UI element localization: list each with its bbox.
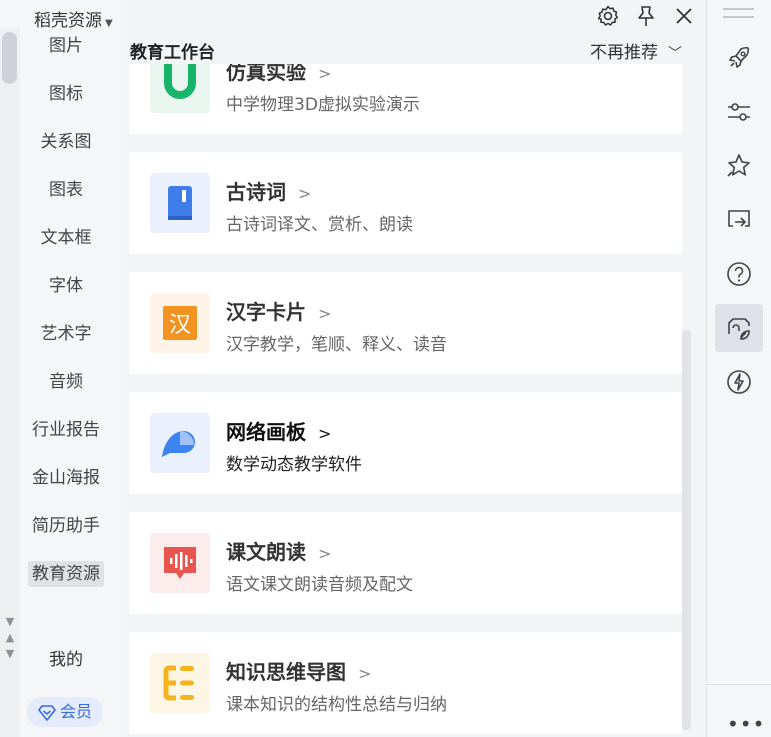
scroll-up-icon[interactable]: ▲ — [0, 630, 20, 646]
chevron-right-icon: > — [318, 304, 332, 323]
card-list: 仿真实验 > 中学物理3D虚拟实验演示 古诗词 > 古诗词译文、赏析、朗读 汉 汉字… — [129, 32, 682, 737]
sidebar-item[interactable]: 艺术字 — [22, 310, 110, 358]
lightning-icon[interactable] — [715, 358, 763, 406]
draw-board-icon — [150, 413, 210, 473]
left-sidebar: 稻壳资源 ▼ ▼ ▲ ▼ 图片 图标 关系图 图表 文本框 字体 艺术字 音频 行业报告 金山海报简… — [0, 0, 122, 737]
sidebar-item-label: 金山海报 — [32, 468, 100, 488]
sidebar-item[interactable]: 金山海报 — [22, 454, 110, 502]
vip-label: 会员 — [59, 702, 92, 721]
sidebar-item[interactable]: 图表 — [22, 166, 110, 214]
sidebar-list: 图片图标关系图图表文本框字体艺术字音频行业报告金山海报简历助手教育资源 — [22, 22, 110, 598]
help-icon[interactable] — [715, 250, 763, 298]
sidebar-item[interactable]: 图标 — [22, 70, 110, 118]
card-desc: 课本知识的结构性总结与归纳 — [226, 695, 447, 715]
sidebar-item-label: 教育资源 — [28, 561, 104, 587]
star-icon[interactable] — [715, 142, 763, 190]
card-title: 知识思维导图 > — [226, 656, 371, 685]
card-mindmap[interactable]: 知识思维导图 > 课本知识的结构性总结与归纳 — [129, 632, 682, 734]
card-text-reading[interactable]: 课文朗读 > 语文课文朗读音频及配文 — [129, 512, 682, 614]
sidebar-item[interactable]: 图片 — [22, 22, 110, 70]
chevron-right-icon: > — [318, 544, 332, 563]
chevron-right-icon: > — [318, 424, 332, 443]
card-desc: 中学物理3D虚拟实验演示 — [226, 95, 420, 115]
rocket-icon[interactable] — [715, 34, 763, 82]
chevron-right-icon: > — [318, 64, 332, 83]
card-network-board[interactable]: 网络画板 > 数学动态教学软件 — [129, 392, 682, 494]
card-title-text: 古诗词 — [226, 180, 286, 204]
sidebar-item[interactable]: 字体 — [22, 262, 110, 310]
sidebar-item[interactable]: 音频 — [22, 358, 110, 406]
vip-button[interactable]: 会员 — [27, 697, 103, 727]
sidebar-item-label: 艺术字 — [40, 324, 92, 344]
main-panel: 教育工作台 不再推荐 ﹀ 仿真实验 > 中学物理3D虚拟实验演示 古诗词 > 古诗词译… — [122, 0, 706, 737]
hanzi-glyph: 汉 — [169, 313, 191, 338]
sidebar-item[interactable]: 简历助手 — [22, 502, 110, 550]
card-title: 网络画板 > — [226, 416, 331, 445]
card-title: 课文朗读 > — [226, 536, 331, 565]
card-desc: 数学动态教学软件 — [226, 455, 362, 475]
card-title-text: 汉字卡片 — [226, 300, 306, 324]
more-options-icon[interactable]: ••• — [727, 712, 765, 736]
audio-read-icon — [150, 533, 210, 593]
sidebar-item[interactable]: 文本框 — [22, 214, 110, 262]
eco-hand-icon[interactable] — [715, 304, 763, 352]
hanzi-card-icon: 汉 — [150, 293, 210, 353]
drag-handle-icon[interactable] — [723, 8, 754, 18]
diamond-icon — [38, 705, 56, 721]
sidebar-scroll-arrows[interactable]: ▼ ▲ ▼ — [0, 614, 20, 662]
sidebar-item[interactable]: 教育资源 — [22, 550, 110, 598]
card-desc: 古诗词译文、赏析、朗读 — [226, 215, 413, 235]
card-title-text: 知识思维导图 — [226, 660, 346, 684]
screen-cast-icon[interactable] — [715, 196, 763, 244]
sidebar-item-label: 图片 — [49, 36, 83, 56]
sidebar-item-label: 文本框 — [40, 228, 92, 248]
no-recommend-dropdown[interactable]: 不再推荐 ﹀ — [590, 38, 682, 63]
sidebar-item-mine[interactable]: 我的 — [22, 645, 110, 670]
card-hanzi-cards[interactable]: 汉 汉字卡片 > 汉字教学，笔顺、释义、读音 — [129, 272, 682, 374]
sidebar-item[interactable]: 关系图 — [22, 118, 110, 166]
sidebar-item-label: 音频 — [49, 372, 83, 392]
right-toolbar: ••• — [706, 0, 771, 737]
card-desc: 汉字教学，笔顺、释义、读音 — [226, 335, 447, 355]
card-title-text: 课文朗读 — [226, 540, 306, 564]
settings-gear-icon[interactable] — [596, 4, 620, 28]
sidebar-item-label: 关系图 — [40, 132, 92, 152]
chevron-down-icon: ﹀ — [668, 46, 682, 62]
pin-icon[interactable] — [634, 4, 658, 28]
scroll-down-icon[interactable]: ▼ — [0, 614, 20, 630]
mindmap-icon — [150, 653, 210, 713]
card-title-text: 网络画板 — [226, 420, 306, 444]
sidebar-item-label: 字体 — [49, 276, 83, 296]
sidebar-item-label: 图标 — [49, 84, 83, 104]
sliders-icon[interactable] — [715, 88, 763, 136]
card-title: 汉字卡片 > — [226, 296, 331, 325]
sidebar-scroll-thumb[interactable] — [2, 32, 17, 84]
chevron-right-icon: > — [358, 664, 372, 683]
card-title: 古诗词 > — [226, 176, 311, 205]
card-desc: 语文课文朗读音频及配文 — [226, 575, 413, 595]
toolbar-divider — [707, 684, 771, 685]
main-scrollbar[interactable] — [682, 330, 691, 730]
sidebar-item-label: 图表 — [49, 180, 83, 200]
book-icon — [150, 173, 210, 233]
sidebar-item-label: 行业报告 — [32, 420, 100, 440]
window-controls — [596, 4, 696, 28]
chevron-right-icon: > — [298, 184, 312, 203]
close-icon[interactable] — [672, 4, 696, 28]
sidebar-item[interactable]: 行业报告 — [22, 406, 110, 454]
no-recommend-label: 不再推荐 — [590, 43, 658, 63]
page-title: 教育工作台 — [130, 43, 215, 63]
card-ancient-poetry[interactable]: 古诗词 > 古诗词译文、赏析、朗读 — [129, 152, 682, 254]
scroll-down2-icon[interactable]: ▼ — [0, 646, 20, 662]
sidebar-item-label: 简历助手 — [32, 516, 100, 536]
